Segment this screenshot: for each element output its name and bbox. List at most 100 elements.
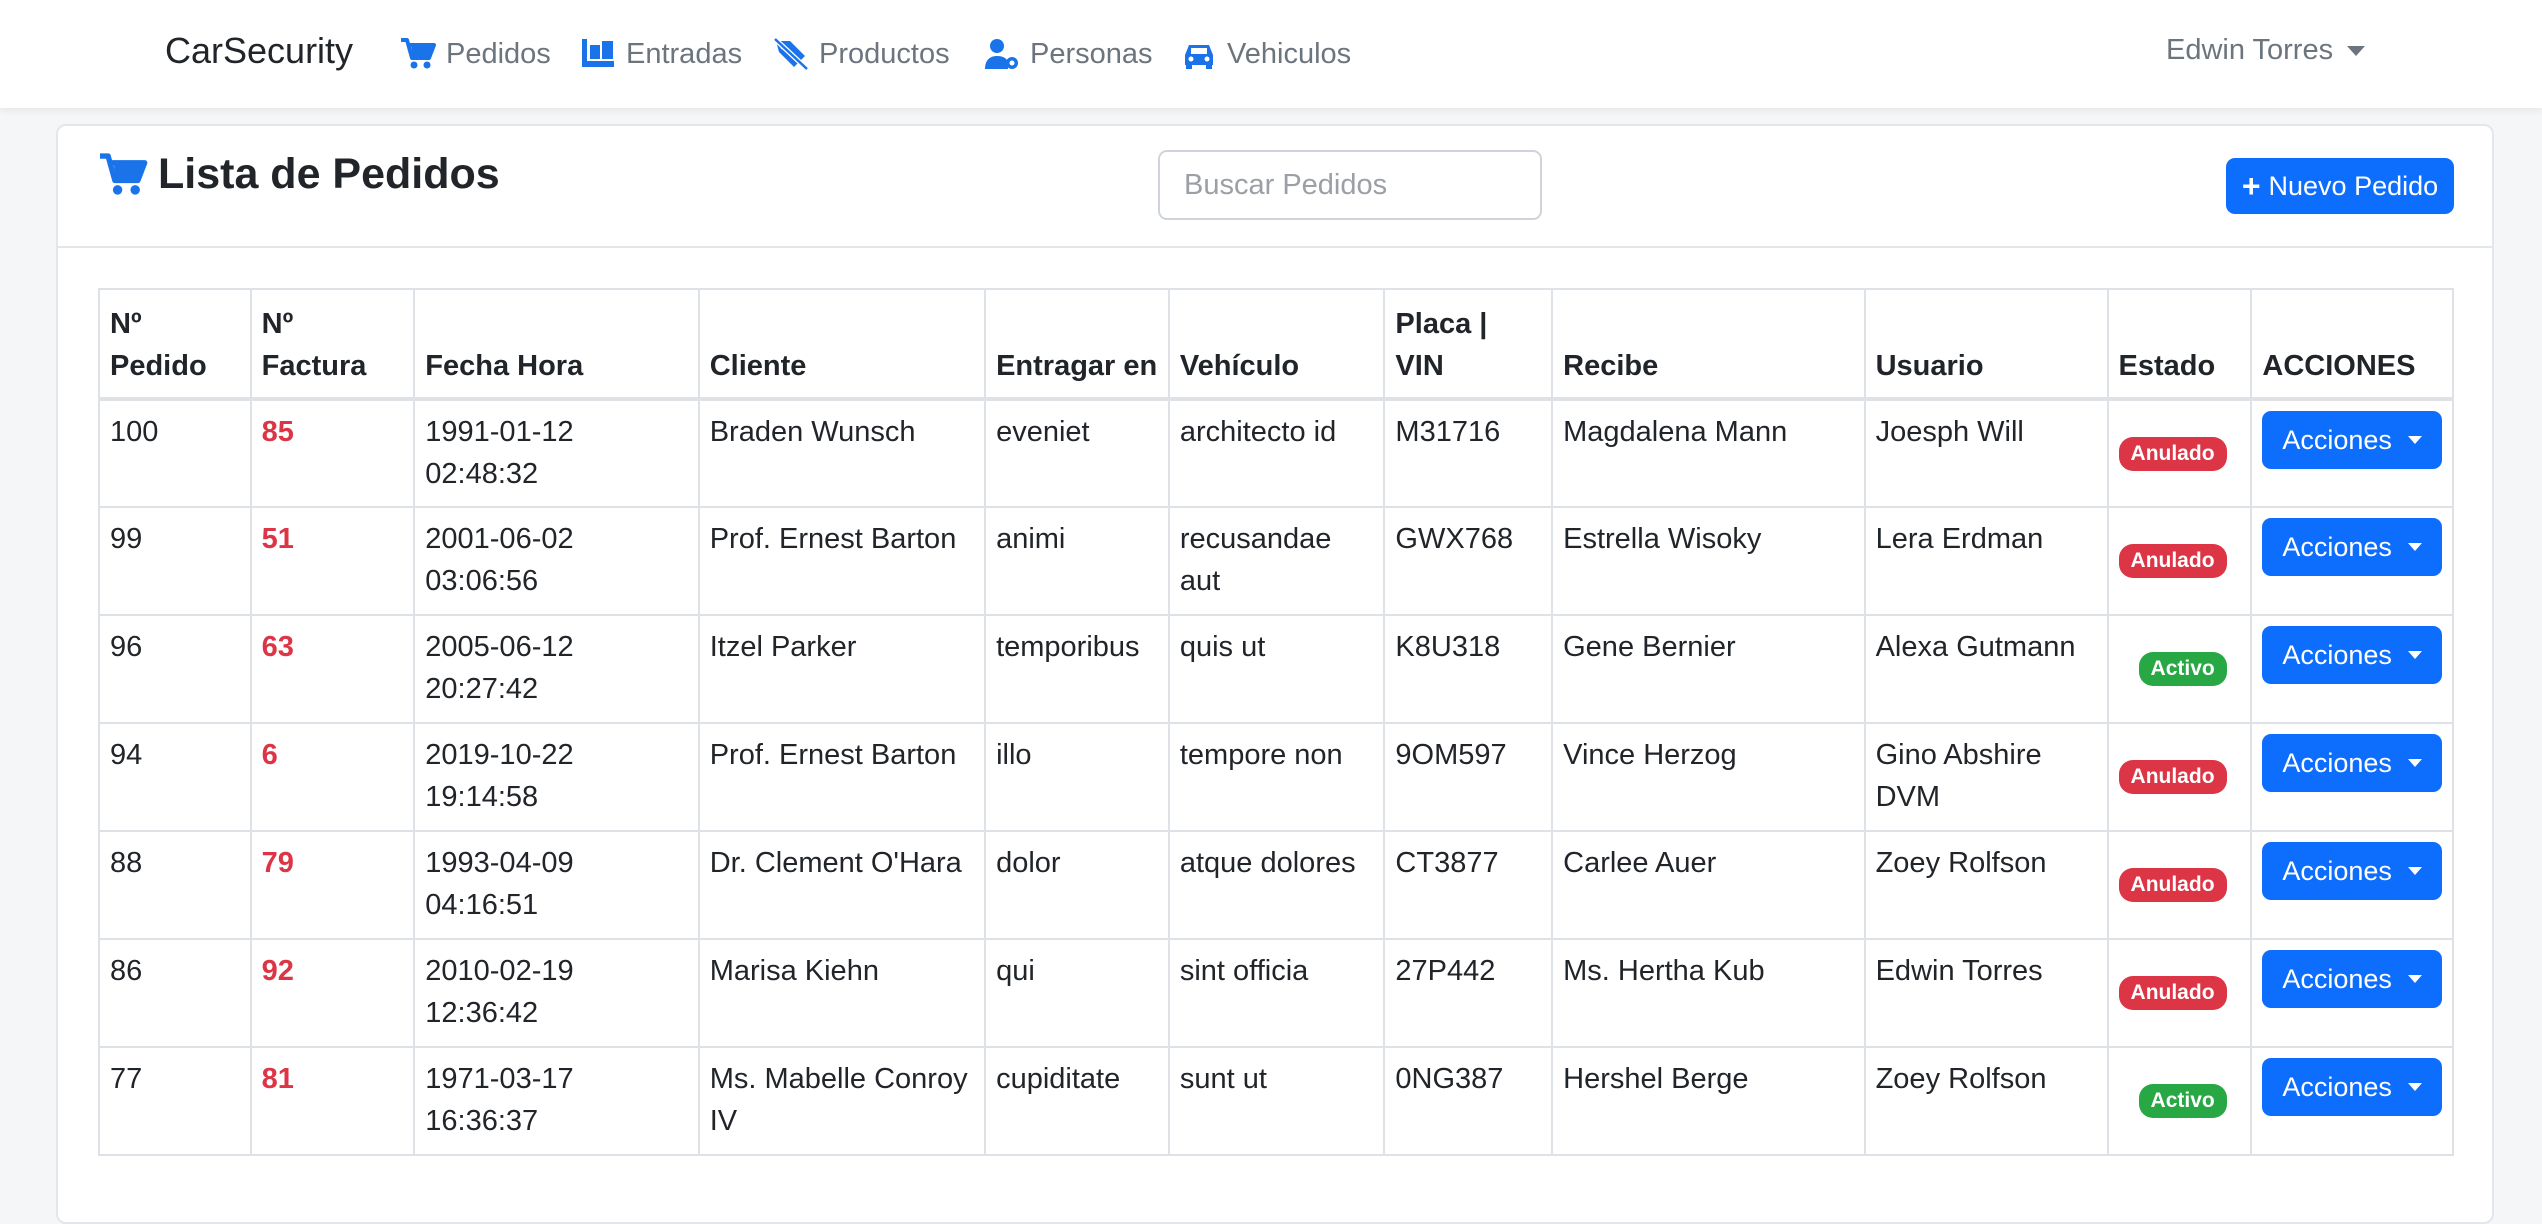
cell-fecha-hora: 1993-04-09 04:16:51 [413,830,700,940]
table-header-row: Nº Pedido Nº Factura Fecha Hora Cliente Entr… [98,288,2454,400]
cell-vehiculo: atque dolores [1167,830,1386,940]
cell-fecha-hora: 2005-06-12 20:27:42 [413,614,700,724]
table-row: 88 79 1993-04-09 04:16:51 Dr. Clement O'Hara… [98,830,2454,940]
new-order-button[interactable]: + Nuevo Pedido [2226,158,2454,214]
chevron-down-icon [2407,651,2422,659]
table-row: 86 92 2010-02-19 12:36:42 Marisa Kiehn qui sin… [98,938,2454,1048]
cell-entregar: qui [984,938,1170,1048]
cell-acciones: Acciones [2250,1046,2454,1156]
cell-recibe: Magdalena Mann [1551,398,1866,508]
cell-estado: Activo [2106,1046,2253,1156]
cell-recibe: Ms. Hertha Kub [1551,938,1866,1048]
actions-dropdown-button[interactable]: Acciones [2262,734,2442,792]
cell-pedido: 99 [98,506,252,616]
actions-dropdown-button[interactable]: Acciones [2262,950,2442,1008]
actions-dropdown-button[interactable]: Acciones [2262,411,2442,469]
cell-cliente: Ms. Mabelle Conroy IV [697,1046,987,1156]
cell-pedido: 88 [98,830,252,940]
nav-item-vehiculos[interactable]: Vehiculos [1181,34,1351,74]
actions-dropdown-button[interactable]: Acciones [2262,1058,2442,1116]
orders-table: Nº Pedido Nº Factura Fecha Hora Cliente Entr… [98,288,2454,1156]
cell-hora: 03:06:56 [425,565,539,597]
cell-acciones: Acciones [2250,506,2454,616]
cell-entregar: temporibus [984,614,1170,724]
cell-cliente: Marisa Kiehn [697,938,987,1048]
car-icon [1181,37,1217,71]
cell-hora: 02:48:32 [425,458,539,490]
table-body: 100 85 1991-01-12 02:48:32 Braden Wunsch even… [98,398,2454,1156]
nav-item-personas[interactable]: Personas [984,34,1153,74]
nav-item-entradas[interactable]: Entradas [580,34,742,74]
column-header: Fecha Hora [413,288,700,400]
cell-pedido: 100 [98,398,252,508]
cell-fecha: 1991-01-12 [425,416,574,448]
cell-usuario: Edwin Torres [1863,938,2109,1048]
page-title-text: Lista de Pedidos [158,150,500,198]
cell-fecha: 1971-03-17 [425,1063,574,1095]
cell-factura: 79 [249,830,416,940]
actions-dropdown-button[interactable]: Acciones [2262,842,2442,900]
new-order-label: Nuevo Pedido [2268,170,2439,201]
actions-label: Acciones [2282,639,2392,670]
cell-estado: Anulado [2106,938,2253,1048]
actions-label: Acciones [2282,963,2392,994]
cell-acciones: Acciones [2250,614,2454,724]
column-header: Nº Factura [249,288,416,400]
cell-placa: CT3877 [1383,830,1554,940]
shopping-cart-icon [98,152,148,198]
actions-label: Acciones [2282,424,2392,455]
cell-hora: 16:36:37 [425,1105,539,1137]
cell-entregar: illo [984,722,1170,832]
nav-item-productos[interactable]: Productos [773,34,950,74]
cell-hora: 12:36:42 [425,997,539,1029]
cell-cliente: Dr. Clement O'Hara [697,830,987,940]
cell-vehiculo: sint officia [1167,938,1386,1048]
table-row: 96 63 2005-06-12 20:27:42 Itzel Parker tempor… [98,614,2454,724]
actions-label: Acciones [2282,531,2392,562]
user-menu-dropdown[interactable]: Edwin Torres [2166,34,2366,67]
search-input[interactable] [1158,150,1542,220]
column-header: Usuario [1863,288,2109,400]
plus-icon: + [2241,168,2261,204]
orders-card: Lista de Pedidos + Nuevo Pedido Nº Pedid… [56,124,2494,1224]
column-header: Nº Pedido [98,288,252,400]
cell-fecha-hora: 2001-06-02 03:06:56 [413,506,700,616]
nav-label-productos: Productos [819,37,950,70]
cell-factura: 85 [249,398,416,508]
chevron-down-icon [2407,1083,2422,1091]
status-badge: Anulado [2118,976,2227,1010]
cell-hora: 19:14:58 [425,781,539,813]
cell-factura: 92 [249,938,416,1048]
status-badge: Anulado [2118,868,2227,902]
cell-hora: 04:16:51 [425,889,539,921]
actions-label: Acciones [2282,855,2392,886]
status-badge: Activo [2138,652,2227,686]
nav-item-pedidos[interactable]: Pedidos [400,34,551,74]
cell-entregar: cupiditate [984,1046,1170,1156]
column-header: Entragar en [984,288,1170,400]
cell-pedido: 77 [98,1046,252,1156]
cell-fecha-hora: 1991-01-12 02:48:32 [413,398,700,508]
actions-dropdown-button[interactable]: Acciones [2262,626,2442,684]
user-gear-icon [984,37,1020,71]
tag-slash-icon [773,37,809,71]
cell-pedido: 86 [98,938,252,1048]
cell-factura: 63 [249,614,416,724]
cell-fecha: 2010-02-19 [425,955,574,987]
cell-entregar: eveniet [984,398,1170,508]
cell-usuario: Joesph Will [1863,398,2109,508]
cell-usuario: Gino Abshire DVM [1863,722,2109,832]
cell-placa: M31716 [1383,398,1554,508]
chevron-down-icon [2407,436,2422,444]
status-badge: Anulado [2118,760,2227,794]
cell-usuario: Zoey Rolfson [1863,1046,2109,1156]
brand-logo[interactable]: CarSecurity [165,30,353,72]
cell-recibe: Estrella Wisoky [1551,506,1866,616]
actions-dropdown-button[interactable]: Acciones [2262,518,2442,576]
cell-acciones: Acciones [2250,398,2454,508]
cell-usuario: Lera Erdman [1863,506,2109,616]
cell-acciones: Acciones [2250,830,2454,940]
page-title: Lista de Pedidos [98,150,500,199]
chevron-down-icon [2407,759,2422,767]
cell-fecha: 1993-04-09 [425,847,574,879]
